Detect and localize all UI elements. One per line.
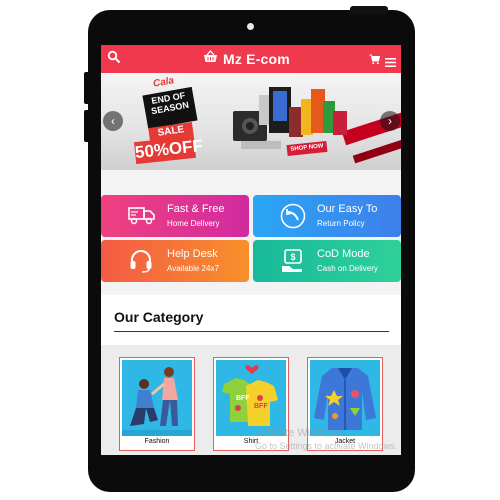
volume-up-button [84,72,90,104]
service-subtitle: Available 24x7 [167,264,219,273]
service-subtitle: Home Delivery [167,219,220,228]
app-title: Mz E-com [223,51,290,67]
service-title: Help Desk [167,248,218,260]
category-heading: Our Category [114,309,204,325]
watermark-line-2: Go to Settings to activate Windows. [255,441,398,451]
basket-icon [203,50,218,68]
heading-divider [114,331,389,332]
discount-label: 50%OFF [134,135,204,165]
jacket-icon [310,360,380,436]
service-title: Fast & Free [167,203,225,215]
svg-text:BFF: BFF [254,403,268,410]
truck-icon [128,203,156,229]
service-card-cod[interactable]: $ CoD Mode Cash on Delivery [253,240,401,282]
volume-down-button [84,110,90,142]
service-card-returns[interactable]: Our Easy To Return Policy [253,195,401,237]
service-subtitle: Cash on Delivery [317,264,378,273]
camera-lens [247,23,254,30]
fashion-couple-icon [122,360,192,436]
service-title: CoD Mode [317,248,370,260]
service-title: Our Easy To [317,203,378,215]
brand-tag: Cala [152,75,175,90]
season-sale-badge: Cala END OF SEASON SALE 50%OFF [134,75,205,165]
app-header: Mz E-com [101,45,401,73]
power-button [350,6,388,14]
service-card-delivery[interactable]: Fast & Free Home Delivery [101,195,249,237]
chevron-right-icon[interactable]: › [380,111,400,131]
app-screen: Mz E-com Cala END OF SEASON SALE 50%OFF [101,45,401,455]
category-card-fashion[interactable]: Fashion [119,357,195,451]
service-subtitle: Return Policy [317,219,365,228]
promo-banner[interactable]: Cala END OF SEASON SALE 50%OFF SHOP NOW [101,73,401,170]
service-card-help[interactable]: Help Desk Available 24x7 [101,240,249,282]
shirt-icon: BFF BFF [216,360,286,436]
category-label: Fashion [144,438,170,445]
watermark-line-1: Activate Windows [255,427,342,439]
category-section: Our Category [101,295,401,347]
search-icon[interactable] [107,50,121,69]
headset-icon [128,248,156,274]
app-logo[interactable]: Mz E-com [203,50,290,68]
cash-icon: $ [280,248,308,274]
return-arrow-icon [280,203,308,229]
menu-icon[interactable] [385,54,396,72]
chevron-left-icon[interactable]: ‹ [103,111,123,131]
svg-text:$: $ [290,252,295,262]
windows-activation-watermark: Activate Windows Go to Settings to activ… [255,427,397,453]
cart-icon[interactable] [369,52,381,70]
service-grid: Fast & Free Home Delivery Our Easy To Re… [101,195,401,283]
svg-text:BFF: BFF [236,395,250,402]
